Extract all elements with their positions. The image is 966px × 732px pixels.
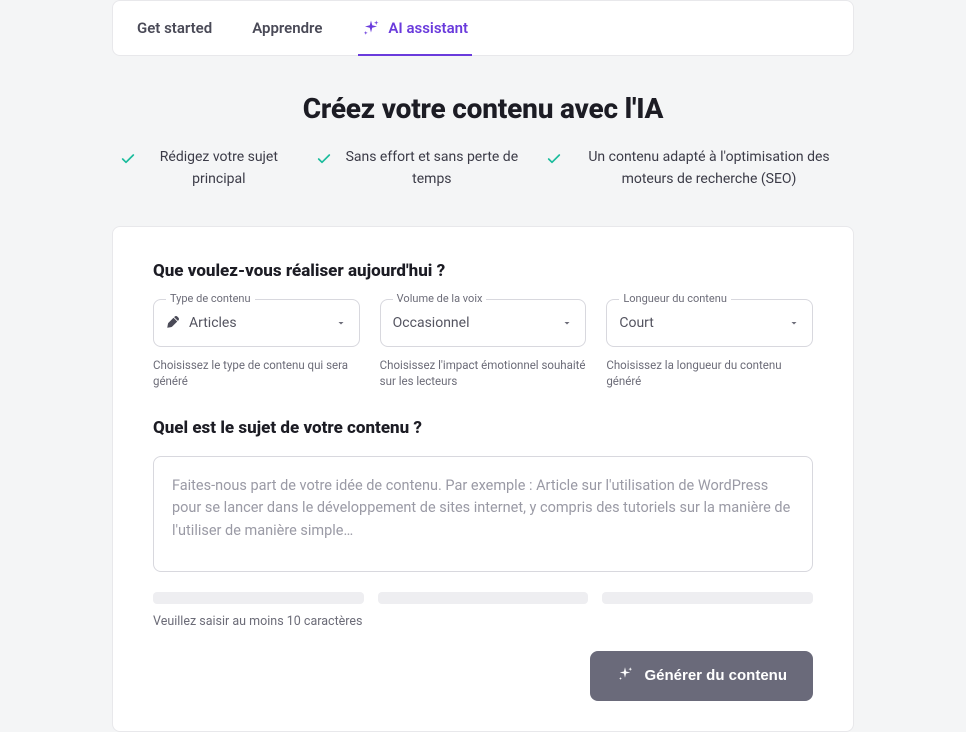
min-chars-hint: Veuillez saisir au moins 10 caractères <box>153 614 813 629</box>
selects-row: Type de contenu Articles Choisissez le t… <box>153 299 813 389</box>
check-icon <box>120 151 136 171</box>
benefit-text: Rédigez votre sujet principal <box>146 147 292 190</box>
tab-label: Apprendre <box>252 19 322 37</box>
content-type-select[interactable]: Type de contenu Articles <box>153 299 360 347</box>
select-value: Occasionnel <box>393 315 554 331</box>
field-length: Longueur du contenu Court Choisissez la … <box>606 299 813 389</box>
field-label: Longueur du contenu <box>619 292 731 305</box>
benefits-row: Rédigez votre sujet principal Sans effor… <box>112 147 854 190</box>
pin-icon <box>166 314 181 333</box>
benefit-text: Sans effort et sans perte de temps <box>342 147 522 190</box>
check-icon <box>546 151 562 171</box>
benefit-item: Rédigez votre sujet principal <box>120 147 292 190</box>
voice-select[interactable]: Volume de la voix Occasionnel <box>380 299 587 347</box>
benefit-item: Sans effort et sans perte de temps <box>316 147 522 190</box>
benefit-text: Un contenu adapté à l'optimisation des m… <box>572 147 846 190</box>
field-label: Volume de la voix <box>393 292 487 305</box>
hero: Créez votre contenu avec l'IA Rédigez vo… <box>112 92 854 190</box>
field-label: Type de contenu <box>166 292 255 305</box>
caret-down-icon <box>788 314 800 333</box>
topic-question: Quel est le sujet de votre contenu ? <box>153 418 813 438</box>
sparkle-icon <box>362 19 380 37</box>
generate-button[interactable]: Générer du contenu <box>590 651 813 701</box>
field-helper: Choisissez la longueur du contenu généré <box>606 357 813 389</box>
actions-row: Générer du contenu <box>153 651 813 701</box>
field-helper: Choisissez l'impact émotionnel souhaité … <box>380 357 587 389</box>
tabs: Get started Apprendre AI assistant <box>112 0 854 56</box>
field-voice: Volume de la voix Occasionnel Choisissez… <box>380 299 587 389</box>
sparkle-icon <box>616 665 634 687</box>
field-content-type: Type de contenu Articles Choisissez le t… <box>153 299 360 389</box>
skeleton-bar <box>153 592 364 604</box>
caret-down-icon <box>335 314 347 333</box>
tab-get-started[interactable]: Get started <box>137 1 212 55</box>
button-label: Générer du contenu <box>644 667 787 684</box>
select-value: Articles <box>189 315 327 331</box>
skeleton-bar <box>602 592 813 604</box>
skeleton-row <box>153 592 813 604</box>
page-title: Créez votre contenu avec l'IA <box>112 92 854 125</box>
check-icon <box>316 151 332 171</box>
goal-question: Que voulez-vous réaliser aujourd'hui ? <box>153 261 813 281</box>
tab-label: AI assistant <box>388 19 468 37</box>
caret-down-icon <box>561 314 573 333</box>
topic-textarea[interactable] <box>153 456 813 572</box>
length-select[interactable]: Longueur du contenu Court <box>606 299 813 347</box>
field-helper: Choisissez le type de contenu qui sera g… <box>153 357 360 389</box>
select-value: Court <box>619 315 780 331</box>
tab-label: Get started <box>137 19 212 37</box>
tab-ai-assistant[interactable]: AI assistant <box>362 1 468 55</box>
tab-learn[interactable]: Apprendre <box>252 1 322 55</box>
skeleton-bar <box>378 592 589 604</box>
form-card: Que voulez-vous réaliser aujourd'hui ? T… <box>112 226 854 731</box>
benefit-item: Un contenu adapté à l'optimisation des m… <box>546 147 846 190</box>
